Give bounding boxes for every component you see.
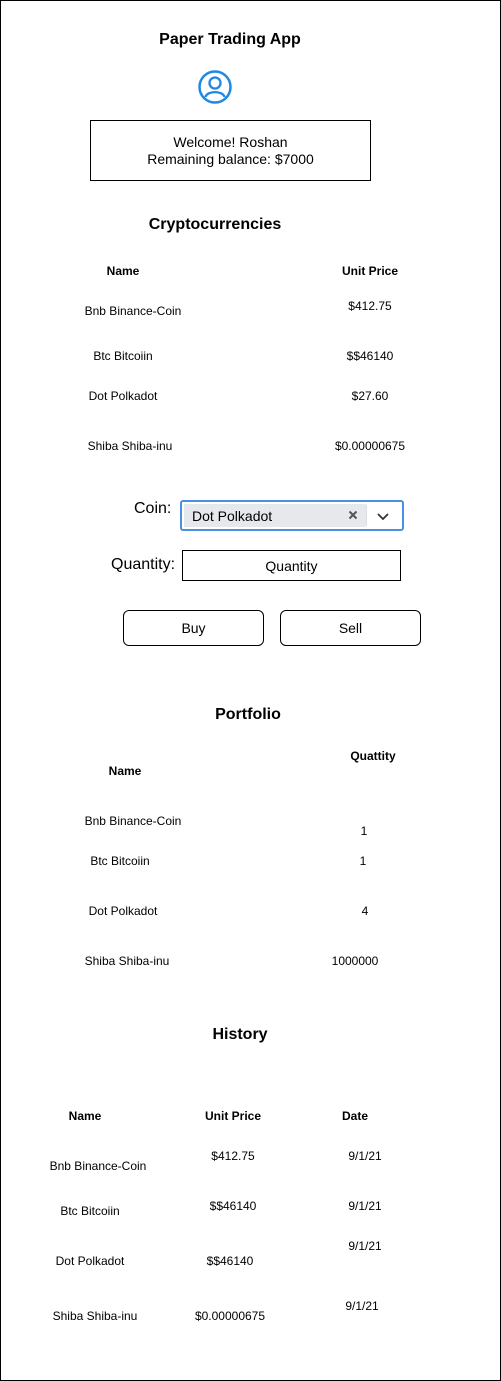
portfolio-row-name: Dot Polkadot <box>88 904 158 918</box>
quantity-input[interactable]: Quantity <box>182 550 401 581</box>
history-header-date: Date <box>341 1109 368 1123</box>
portfolio-row-quantity: 1 <box>360 824 368 838</box>
history-row-date: 9/1/21 <box>348 1199 382 1213</box>
history-row-date: 9/1/21 <box>348 1149 382 1163</box>
history-header-price: Unit Price <box>204 1109 261 1123</box>
welcome-message: Welcome! Roshan <box>173 133 288 150</box>
crypto-row-price: $0.00000675 <box>334 439 406 453</box>
crypto-row-price: $27.60 <box>351 389 389 403</box>
clear-icon[interactable] <box>346 508 360 522</box>
coin-label: Coin: <box>134 500 172 517</box>
crypto-row-price: $412.75 <box>348 299 392 313</box>
crypto-title: Cryptocurrencies <box>148 216 282 233</box>
history-header-name: Name <box>68 1109 102 1123</box>
history-row-price: $$46140 <box>206 1254 254 1268</box>
history-row-price: $0.00000675 <box>194 1309 266 1323</box>
history-row-name: Bnb Binance-Coin <box>49 1159 147 1173</box>
welcome-box: Welcome! Roshan Remaining balance: $7000 <box>90 120 371 181</box>
history-row-name: Btc Bitcoiin <box>60 1204 120 1218</box>
portfolio-header-quantity: Quattity <box>350 749 396 763</box>
crypto-header-name: Name <box>106 264 140 278</box>
sell-button[interactable]: Sell <box>280 610 421 646</box>
history-row-date: 9/1/21 <box>348 1239 382 1253</box>
crypto-row-name: Dot Polkadot <box>88 389 158 403</box>
user-icon[interactable] <box>197 69 233 105</box>
crypto-header-price: Unit Price <box>341 264 398 278</box>
portfolio-row-name: Bnb Binance-Coin <box>84 814 182 828</box>
coin-select-value: Dot Polkadot <box>184 504 366 527</box>
history-row-price: $412.75 <box>211 1149 255 1163</box>
crypto-row-name: Bnb Binance-Coin <box>84 304 182 318</box>
chevron-down-icon[interactable] <box>375 508 391 524</box>
crypto-row-price: $$46140 <box>346 349 394 363</box>
history-title: History <box>212 1026 268 1043</box>
app-title: Paper Trading App <box>159 31 301 48</box>
app-frame <box>0 0 501 1381</box>
quantity-label: Quantity: <box>111 556 176 573</box>
remaining-balance: Remaining balance: $7000 <box>147 150 314 167</box>
portfolio-title: Portfolio <box>215 706 281 723</box>
coin-select[interactable]: Dot Polkadot <box>180 500 404 531</box>
quantity-placeholder: Quantity <box>265 557 318 574</box>
portfolio-header-name: Name <box>108 764 142 778</box>
buy-button[interactable]: Buy <box>123 610 264 646</box>
select-divider <box>366 505 367 526</box>
crypto-row-name: Btc Bitcoiin <box>93 349 153 363</box>
history-row-name: Shiba Shiba-inu <box>52 1309 138 1323</box>
history-row-name: Dot Polkadot <box>55 1254 125 1268</box>
portfolio-row-quantity: 1000000 <box>331 954 379 968</box>
history-row-date: 9/1/21 <box>345 1299 379 1313</box>
coin-selected-label: Dot Polkadot <box>192 507 273 524</box>
portfolio-row-name: Shiba Shiba-inu <box>84 954 170 968</box>
history-row-price: $$46140 <box>209 1199 257 1213</box>
portfolio-row-quantity: 4 <box>361 904 369 918</box>
portfolio-row-quantity: 1 <box>359 854 367 868</box>
portfolio-row-name: Btc Bitcoiin <box>90 854 150 868</box>
crypto-row-name: Shiba Shiba-inu <box>87 439 173 453</box>
